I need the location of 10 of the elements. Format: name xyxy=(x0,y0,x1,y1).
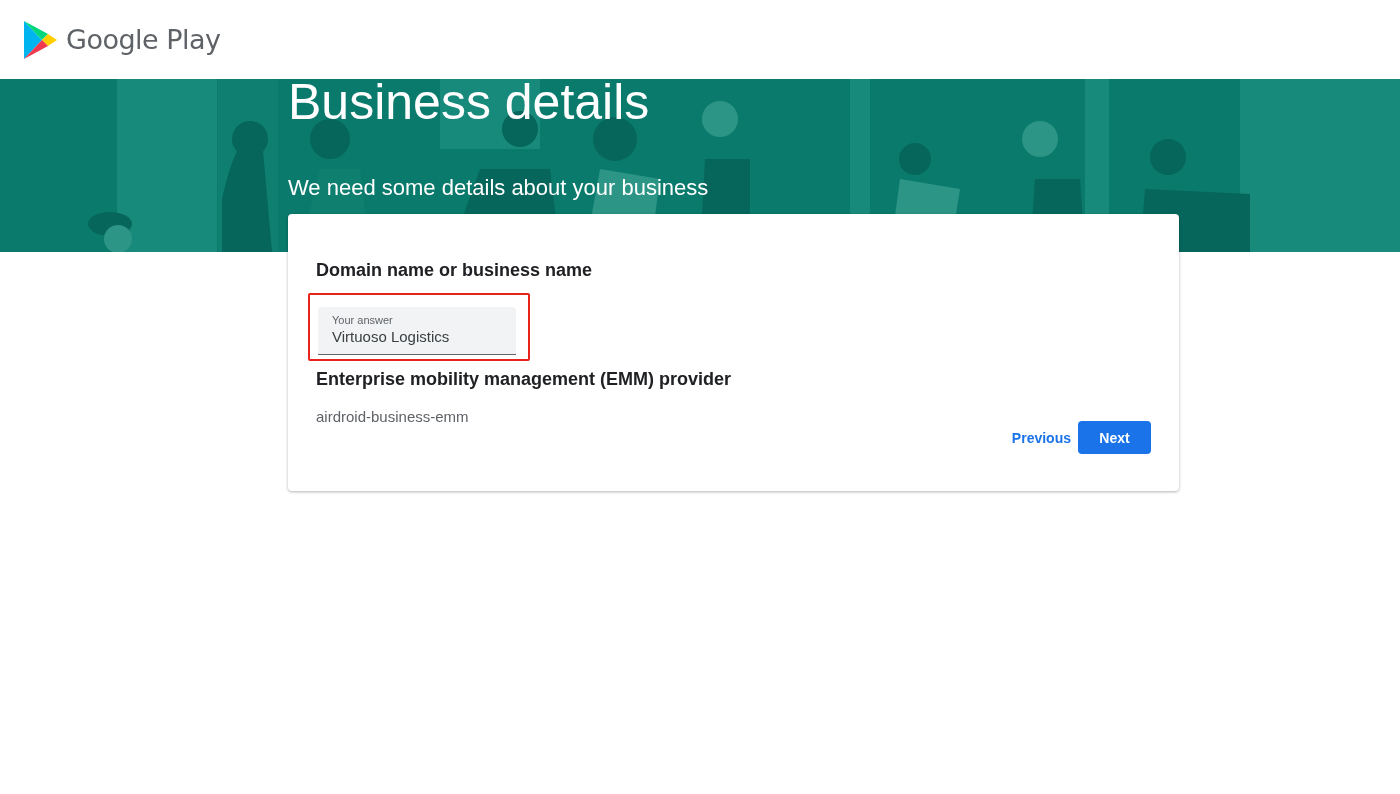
previous-button[interactable]: Previous xyxy=(1011,421,1071,454)
page-subtitle: We need some details about your business xyxy=(288,174,710,202)
next-button[interactable]: Next xyxy=(1078,421,1151,454)
field-label: Enterprise mobility management (EMM) provider xyxy=(316,369,733,390)
play-logo-icon xyxy=(22,19,58,60)
provider-value: airdroid-business-emm xyxy=(316,408,470,425)
answer-field[interactable]: Your answer Virtuoso Logistics xyxy=(318,307,516,355)
logo-text: Google Play xyxy=(66,24,221,55)
page-title: Business details xyxy=(288,79,651,125)
field-label: Domain name or business name xyxy=(316,260,594,281)
